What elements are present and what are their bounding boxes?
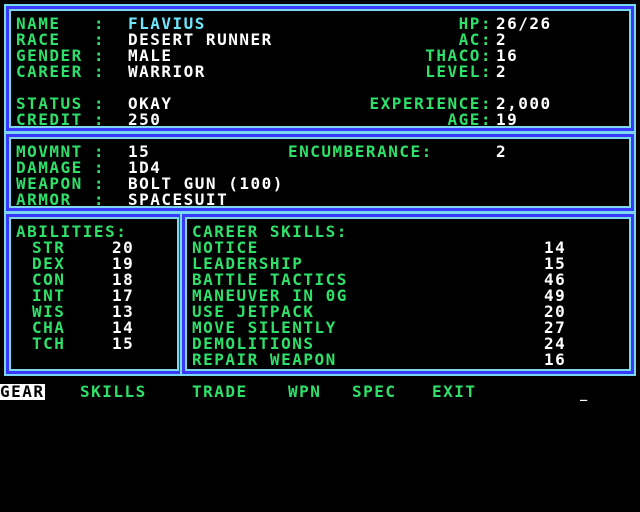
menu-wpn[interactable]: WPN (288, 384, 321, 400)
encumberance-label: ENCUMBERANCE: (288, 142, 433, 161)
career-label: CAREER : (16, 62, 106, 81)
menu-spec[interactable]: SPEC (352, 384, 397, 400)
input-cursor: _ (580, 387, 589, 401)
character-credit: 250 (128, 110, 162, 129)
encumberance-value: 2 (496, 142, 508, 161)
character-career: WARRIOR (128, 62, 206, 81)
ability-name: TCH (32, 334, 66, 353)
level-value: 2 (496, 62, 508, 81)
armor-value: SPACESUIT (128, 190, 229, 209)
menu-gear[interactable]: GEAR (0, 384, 45, 400)
menu-skills[interactable]: SKILLS (80, 384, 147, 400)
skill-name: REPAIR WEAPON (192, 350, 337, 369)
skill-value: 16 (544, 350, 567, 369)
character-sheet-screen: NAME : FLAVIUS RACE : DESERT RUNNER GEND… (0, 0, 640, 512)
age-value: 19 (496, 110, 519, 129)
armor-label: ARMOR : (16, 190, 106, 209)
menu-trade[interactable]: TRADE (192, 384, 248, 400)
credit-label: CREDIT : (16, 110, 106, 129)
menu-exit[interactable]: EXIT (432, 384, 477, 400)
ability-value: 15 (112, 334, 135, 353)
level-label: LEVEL: (425, 62, 492, 81)
age-label: AGE: (447, 110, 492, 129)
